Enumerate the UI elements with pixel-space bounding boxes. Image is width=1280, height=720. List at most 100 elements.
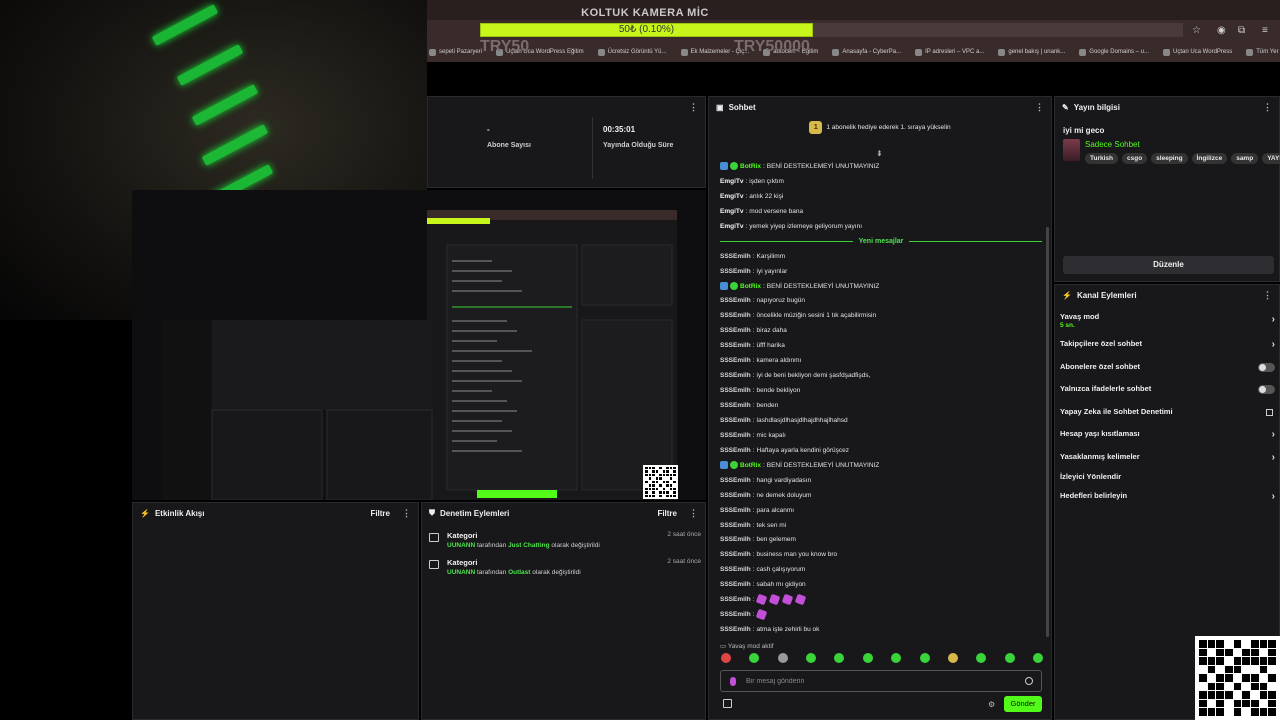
stream-tag[interactable]: samp	[1231, 153, 1259, 164]
emote-icon[interactable]	[834, 653, 845, 663]
followers-only-row[interactable]: Takipçilere özel sohbet ›	[1060, 339, 1275, 353]
stream-tag[interactable]: sleeping	[1151, 153, 1188, 164]
bookmark-item[interactable]: Tüm Yer İşaretleri	[1246, 48, 1280, 56]
chat-username[interactable]: SSSEmilh	[720, 312, 751, 319]
bookmark-item[interactable]: genel bakış | unank...	[998, 48, 1065, 56]
chat-username[interactable]: SSSEmilh	[720, 492, 751, 499]
emote-icon[interactable]	[891, 653, 902, 663]
mod-user[interactable]: UUNANN	[447, 542, 475, 549]
chat-username[interactable]: EmgiTv	[720, 193, 743, 200]
menu-icon[interactable]: ≡	[1262, 26, 1272, 36]
emote-icon[interactable]	[806, 653, 817, 663]
chat-username[interactable]: EmgiTv	[720, 178, 743, 185]
chat-username[interactable]: SSSEmilh	[720, 342, 751, 349]
send-button[interactable]: Gönder	[1004, 696, 1042, 712]
chat-input-box[interactable]	[720, 670, 1042, 692]
bookmark-item[interactable]: sepeti Pazaryeri	[429, 48, 482, 56]
chat-username[interactable]: SSSEmilh	[720, 297, 751, 304]
more-options-icon[interactable]: ⋮	[402, 508, 411, 519]
mod-actions-title: Denetim Eylemleri	[440, 508, 510, 518]
emotes-only-toggle[interactable]	[1258, 385, 1275, 394]
chat-username[interactable]: SSSEmilh	[720, 596, 751, 603]
bookmark-item[interactable]: Google Domains – u...	[1079, 48, 1149, 56]
chat-username[interactable]: SSSEmilh	[720, 417, 751, 424]
chat-username[interactable]: SSSEmilh	[720, 626, 751, 633]
chat-username[interactable]: SSSEmilh	[720, 566, 751, 573]
qr-module	[1250, 699, 1259, 708]
emote-icon[interactable]	[1032, 653, 1043, 663]
emote-icon[interactable]	[976, 653, 987, 663]
chat-username[interactable]: SSSEmilh	[720, 507, 751, 514]
emote-icon[interactable]	[749, 653, 760, 663]
chat-username[interactable]: SSSEmilh	[720, 477, 751, 484]
more-options-icon[interactable]: ⋮	[689, 102, 698, 113]
emote-icon[interactable]	[1004, 653, 1015, 663]
banned-words-row[interactable]: Yasaklanmış kelimeler ›	[1060, 452, 1275, 466]
chat-username[interactable]: BotRix	[740, 163, 761, 170]
qr-module	[662, 491, 666, 494]
chat-username[interactable]: SSSEmilh	[720, 522, 751, 529]
chat-username[interactable]: SSSEmilh	[720, 357, 751, 364]
account-age-row[interactable]: Hesap yaşı kısıtlaması ›	[1060, 429, 1275, 443]
chat-username[interactable]: SSSEmilh	[720, 268, 751, 275]
gift-sub-banner[interactable]: 11 abonelik hediye ederek 1. sıraya yüks…	[709, 121, 1051, 134]
more-options-icon[interactable]: ⋮	[689, 508, 698, 519]
chat-username[interactable]: SSSEmilh	[720, 447, 751, 454]
stream-tag[interactable]: YAYIN	[1262, 153, 1280, 164]
chat-username[interactable]: SSSEmilh	[720, 432, 751, 439]
chat-username[interactable]: SSSEmilh	[720, 551, 751, 558]
puzzle-icon[interactable]: ⧉	[1238, 26, 1248, 36]
more-options-icon[interactable]: ⋮	[1263, 290, 1272, 301]
gear-icon[interactable]: ⚙	[988, 700, 995, 709]
subs-only-toggle[interactable]	[1258, 363, 1275, 372]
chat-username[interactable]: BotRix	[740, 283, 761, 290]
stream-tag[interactable]: csgo	[1122, 153, 1148, 164]
subs-only-row[interactable]: Abonelere özel sohbet	[1060, 362, 1275, 376]
chat-username[interactable]: SSSEmilh	[720, 387, 751, 394]
more-options-icon[interactable]: ⋮	[1035, 102, 1044, 113]
chat-username[interactable]: SSSEmilh	[720, 402, 751, 409]
emote-icon[interactable]	[721, 653, 731, 663]
qr-module	[1268, 682, 1276, 691]
bookmark-item[interactable]: Ücretsiz Görüntü Yü...	[597, 48, 667, 56]
collapse-banner-icon[interactable]: ⇟	[876, 149, 883, 158]
chat-username[interactable]: EmgiTv	[720, 223, 743, 230]
emotes-only-row[interactable]: Yalnızca ifadelerle sohbet	[1060, 384, 1275, 398]
mod-filter-button[interactable]: Filtre	[657, 509, 677, 518]
stream-tag[interactable]: Turkish	[1085, 153, 1118, 164]
chat-username[interactable]: SSSEmilh	[720, 581, 751, 588]
bookmark-star-icon[interactable]: ☆	[1192, 26, 1202, 36]
chat-scrollbar[interactable]	[1046, 227, 1049, 637]
slow-mode-row[interactable]: Yavaş mod 5 sn. ›	[1060, 312, 1275, 329]
activity-filter-button[interactable]: Filtre	[370, 509, 390, 518]
viewer-redirect-row[interactable]: İzleyici Yönlendir	[1060, 472, 1275, 486]
stream-tag[interactable]: İngilizce	[1191, 153, 1228, 164]
bookmark-item[interactable]: Anasayfa - CyberPa...	[832, 48, 901, 56]
chat-username[interactable]: SSSEmilh	[720, 253, 751, 260]
chat-username[interactable]: SSSEmilh	[720, 327, 751, 334]
bookmark-item[interactable]: IP adresleri – VPC a...	[915, 48, 984, 56]
chat-username[interactable]: EmgiTv	[720, 208, 743, 215]
stream-category[interactable]: Sadece Sohbet	[1085, 140, 1140, 149]
gift-icon[interactable]	[723, 699, 732, 708]
more-options-icon[interactable]: ⋮	[1263, 102, 1272, 113]
emote-icon[interactable]	[777, 653, 788, 663]
chat-username[interactable]: SSSEmilh	[720, 536, 751, 543]
emote-icon[interactable]	[919, 653, 930, 663]
edit-button[interactable]: Düzenle	[1063, 256, 1274, 274]
qr-module	[1242, 640, 1250, 648]
emote-icon[interactable]	[862, 653, 873, 663]
emote-icon[interactable]	[947, 653, 958, 663]
bookmark-item[interactable]: Uçtan Uca WordPress	[1163, 48, 1232, 56]
microphone-icon[interactable]	[730, 677, 736, 686]
extension-icon[interactable]: ◉	[1217, 26, 1227, 36]
set-goals-row[interactable]: Hedefleri belirleyin ›	[1060, 491, 1275, 505]
ai-moderation-row[interactable]: Yapay Zeka ile Sohbet Denetimi	[1060, 407, 1275, 421]
mod-user[interactable]: UUNANN	[447, 569, 475, 576]
chat-username[interactable]: SSSEmilh	[720, 372, 751, 379]
bookmark-label: Google Domains – u...	[1089, 49, 1149, 55]
chat-username[interactable]: SSSEmilh	[720, 611, 751, 618]
chat-message-input[interactable]	[746, 674, 1016, 689]
chat-username[interactable]: BotRix	[740, 462, 761, 469]
emoji-picker-icon[interactable]	[1025, 677, 1033, 685]
